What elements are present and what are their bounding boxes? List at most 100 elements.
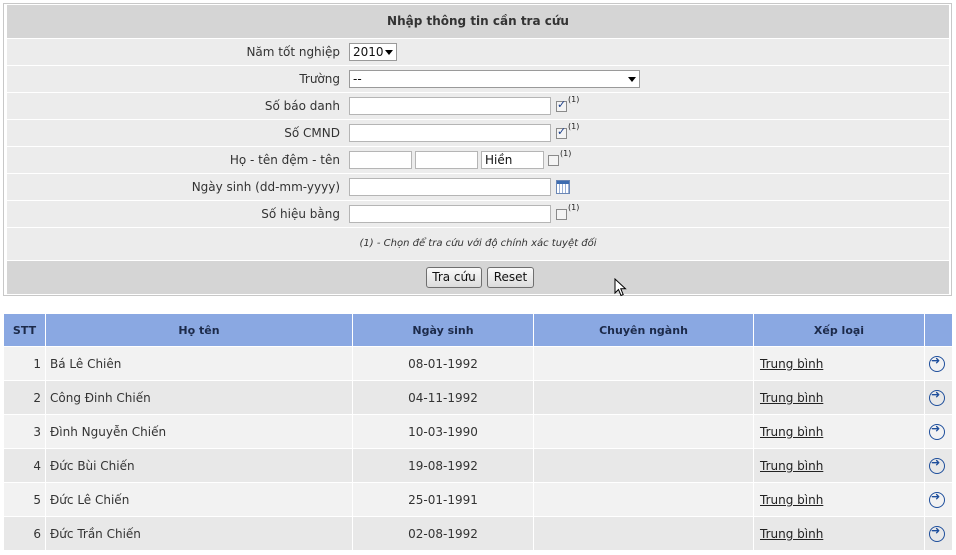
cell-rank: Trung bình xyxy=(753,482,925,517)
col-header-rank: Xếp loại xyxy=(753,313,925,347)
year-label: Năm tốt nghiệp xyxy=(246,45,340,59)
arrow-right-circle-icon[interactable] xyxy=(929,456,945,474)
cell-rank: Trung bình xyxy=(753,448,925,483)
cell-name: Đức Bùi Chiến xyxy=(45,448,353,483)
cell-dob: 02-08-1992 xyxy=(352,516,534,551)
cell-dob: 25-01-1991 xyxy=(352,482,534,517)
arrow-right-circle-icon[interactable] xyxy=(929,388,945,406)
table-row: 5 Đức Lê Chiến 25-01-1991 Trung bình xyxy=(3,482,953,517)
school-label: Trường xyxy=(299,72,340,86)
diploma-label: Số hiệu bằng xyxy=(261,207,340,221)
cell-action xyxy=(924,516,953,551)
cell-rank: Trung bình xyxy=(753,380,925,415)
name-footnote: (1) xyxy=(560,149,572,158)
cell-stt: 3 xyxy=(3,414,46,449)
table-row: 4 Đức Bùi Chiến 19-08-1992 Trung bình xyxy=(3,448,953,483)
row-year: Năm tốt nghiệp 2010 xyxy=(7,39,949,66)
cell-name: Đức Lê Chiến xyxy=(45,482,353,517)
cell-rank: Trung bình xyxy=(753,346,925,381)
name-label: Họ - tên đệm - tên xyxy=(229,153,340,167)
cell-major xyxy=(533,380,754,415)
cell-name: Bá Lê Chiên xyxy=(45,346,353,381)
footnote-text: (1) - Chọn để tra cứu với độ chính xác t… xyxy=(7,228,949,261)
dob-label: Ngày sinh (dd-mm-yyyy) xyxy=(191,180,340,194)
cell-stt: 2 xyxy=(3,380,46,415)
col-header-action xyxy=(924,313,953,347)
table-header-row: STT Họ tên Ngày sinh Chuyên ngành Xếp lo… xyxy=(3,313,953,347)
cell-action xyxy=(924,448,953,483)
cell-name: Công Đinh Chiến xyxy=(45,380,353,415)
rank-link[interactable]: Trung bình xyxy=(760,391,823,405)
cell-major xyxy=(533,516,754,551)
col-header-dob: Ngày sinh xyxy=(352,313,534,347)
rank-link[interactable]: Trung bình xyxy=(760,493,823,507)
row-dob: Ngày sinh (dd-mm-yyyy) xyxy=(7,174,949,201)
cell-dob: 19-08-1992 xyxy=(352,448,534,483)
cell-stt: 5 xyxy=(3,482,46,517)
rank-link[interactable]: Trung bình xyxy=(760,527,823,541)
cell-name: Đình Nguyễn Chiến xyxy=(45,414,353,449)
reset-button[interactable]: Reset xyxy=(487,267,534,288)
cell-major xyxy=(533,448,754,483)
year-select-value: 2010 xyxy=(353,45,384,59)
school-select-value: -- xyxy=(353,72,362,86)
arrow-right-circle-icon[interactable] xyxy=(929,524,945,542)
cell-action xyxy=(924,346,953,381)
sbd-exact-checkbox[interactable] xyxy=(556,98,567,112)
arrow-right-circle-icon[interactable] xyxy=(929,490,945,508)
cell-rank: Trung bình xyxy=(753,516,925,551)
row-cmnd: Số CMND (1) xyxy=(7,120,949,147)
sbd-footnote: (1) xyxy=(568,95,580,104)
form-title: Nhập thông tin cần tra cứu xyxy=(7,5,949,39)
diploma-input[interactable] xyxy=(349,205,551,223)
cell-dob: 04-11-1992 xyxy=(352,380,534,415)
rank-link[interactable]: Trung bình xyxy=(760,425,823,439)
cmnd-label: Số CMND xyxy=(284,126,340,140)
year-select[interactable]: 2010 xyxy=(349,43,397,61)
cell-action xyxy=(924,482,953,517)
diploma-footnote: (1) xyxy=(568,203,580,212)
dob-input[interactable] xyxy=(349,178,551,196)
cell-action xyxy=(924,414,953,449)
last-name-input[interactable] xyxy=(349,151,412,169)
table-row: 6 Đức Trần Chiến 02-08-1992 Trung bình xyxy=(3,516,953,551)
chevron-down-icon xyxy=(628,77,636,82)
col-header-name: Họ tên xyxy=(45,313,353,347)
cell-dob: 10-03-1990 xyxy=(352,414,534,449)
cell-rank: Trung bình xyxy=(753,414,925,449)
cmnd-exact-checkbox[interactable] xyxy=(556,125,567,139)
arrow-right-circle-icon[interactable] xyxy=(929,354,945,372)
calendar-icon[interactable] xyxy=(556,180,570,194)
table-row: 3 Đình Nguyễn Chiến 10-03-1990 Trung bìn… xyxy=(3,414,953,449)
cell-major xyxy=(533,346,754,381)
sbd-label: Số báo danh xyxy=(264,99,340,113)
name-exact-checkbox[interactable] xyxy=(548,155,559,166)
row-sbd: Số báo danh (1) xyxy=(7,93,949,120)
diploma-exact-checkbox[interactable] xyxy=(556,209,567,220)
cell-action xyxy=(924,380,953,415)
table-row: 1 Bá Lê Chiên 08-01-1992 Trung bình xyxy=(3,346,953,381)
cmnd-footnote: (1) xyxy=(568,122,580,131)
row-name: Họ - tên đệm - tên (1) xyxy=(7,147,949,174)
col-header-stt: STT xyxy=(3,313,46,347)
cell-name: Đức Trần Chiến xyxy=(45,516,353,551)
cell-dob: 08-01-1992 xyxy=(352,346,534,381)
button-bar: Tra cứu Reset xyxy=(7,261,949,294)
cell-major xyxy=(533,414,754,449)
cmnd-input[interactable] xyxy=(349,124,551,142)
rank-link[interactable]: Trung bình xyxy=(760,459,823,473)
school-select[interactable]: -- xyxy=(349,70,640,88)
cell-major xyxy=(533,482,754,517)
arrow-right-circle-icon[interactable] xyxy=(929,422,945,440)
rank-link[interactable]: Trung bình xyxy=(760,357,823,371)
mouse-cursor-icon xyxy=(614,278,627,297)
search-button[interactable]: Tra cứu xyxy=(426,267,482,288)
row-diploma: Số hiệu bằng (1) xyxy=(7,201,949,228)
row-school: Trường -- xyxy=(7,66,949,93)
first-name-input[interactable] xyxy=(481,151,544,169)
middle-name-input[interactable] xyxy=(415,151,478,169)
table-row: 2 Công Đinh Chiến 04-11-1992 Trung bình xyxy=(3,380,953,415)
col-header-major: Chuyên ngành xyxy=(533,313,754,347)
cell-stt: 1 xyxy=(3,346,46,381)
sbd-input[interactable] xyxy=(349,97,551,115)
